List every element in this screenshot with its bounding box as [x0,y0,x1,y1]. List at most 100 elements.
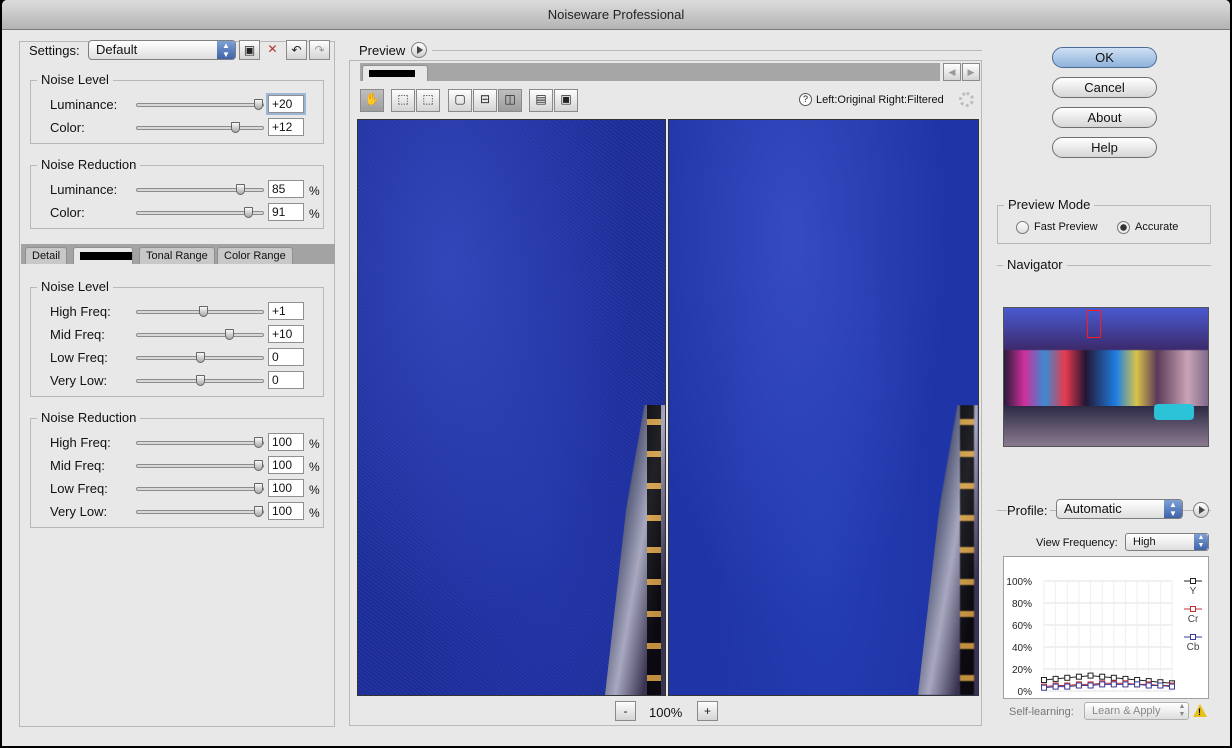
nr-luminance-value-input[interactable]: 85 [268,180,304,198]
very-low-slider[interactable] [136,375,264,386]
mid-freq-value-input[interactable]: +10 [268,325,304,343]
about-button[interactable]: About [1052,107,1157,128]
preview-menu-button[interactable] [411,42,427,58]
preview-hint-text: Left:Original Right:Filtered [816,94,944,106]
navigator-bus [1154,404,1194,420]
cancel-button[interactable]: Cancel [1052,77,1157,98]
tab-tonal-range[interactable]: Tonal Range [139,247,215,264]
tab-scroll-right-button[interactable]: ▶ [962,63,980,81]
slider-thumb[interactable] [196,352,205,363]
nr-very-low-label: Very Low: [50,504,108,519]
zoom-in-button[interactable]: + [697,701,718,721]
settings-label: Settings: [29,43,80,58]
navigator-viewport-box[interactable] [1087,310,1101,338]
slider-thumb[interactable] [253,437,263,448]
slider-thumb[interactable] [253,460,263,471]
profile-select[interactable]: Automatic ▲ ▼ [1056,499,1183,519]
slider-thumb[interactable] [253,99,263,110]
slider-thumb[interactable] [231,122,241,133]
nr-color-value-input[interactable]: 91 [268,203,304,221]
preview-mode-group: Preview Mode Fast Preview Accurate [997,197,1211,244]
preview-options-icon[interactable]: ▣ [554,89,578,112]
percent-unit: % [309,506,320,520]
preview-tab[interactable] [362,65,428,81]
y-tick-label: 80% [1012,599,1032,610]
low-freq-slider[interactable] [136,352,264,363]
new-preview-icon[interactable]: ▤ [529,89,553,112]
fast-preview-label: Fast Preview [1034,221,1098,233]
slider-thumb[interactable] [196,375,205,386]
data-point [1145,682,1152,689]
slider-thumb[interactable] [243,207,253,218]
data-point [1052,675,1059,682]
zoom-out-button[interactable]: - [615,701,636,721]
tab-frequency[interactable] [73,247,133,264]
delete-icon[interactable]: ✕ [262,40,283,60]
redo-icon[interactable]: ↷ [309,40,330,60]
slider-thumb[interactable] [253,483,263,494]
nr-luminance-row: Luminance: 85 % [50,180,320,200]
luminance-value-input[interactable]: +20 [268,95,304,113]
nr-mid-freq-value-input[interactable]: 100 [268,456,304,474]
nr-mid-freq-row: Mid Freq: 100 % [50,456,320,476]
percent-unit: % [309,460,320,474]
high-freq-value-input[interactable]: +1 [268,302,304,320]
navigator-thumbnail[interactable] [1003,307,1209,447]
slider-thumb[interactable] [236,184,246,195]
original-preview-image[interactable] [357,119,666,696]
nr-very-low-value-input[interactable]: 100 [268,502,304,520]
mid-freq-slider[interactable] [136,329,264,340]
nr-color-slider[interactable] [136,207,264,218]
profile-label: Profile: [1007,503,1051,518]
nr-low-freq-slider[interactable] [136,483,264,494]
ok-button[interactable]: OK [1052,47,1157,68]
hand-tool-icon[interactable]: ✋ [360,89,384,112]
slider-thumb[interactable] [224,329,234,340]
profile-menu-button[interactable] [1193,502,1209,518]
tab-detail[interactable]: Detail [25,247,68,264]
busy-spinner-icon [959,92,974,107]
data-point [1110,674,1117,681]
help-button[interactable]: Help [1052,137,1157,158]
data-point [1064,674,1071,681]
accurate-radio[interactable] [1117,221,1130,234]
color-slider[interactable] [136,122,264,133]
learn-apply-select[interactable]: Learn & Apply ▲ ▼ [1084,702,1189,720]
marquee-tool-icon[interactable]: ⬚ [391,89,415,112]
percent-unit: % [309,184,320,198]
settings-select[interactable]: Default ▲ ▼ [88,40,236,60]
split-horizontal-icon[interactable]: ⊟ [473,89,497,112]
view-frequency-select[interactable]: High ▲ ▼ [1125,533,1209,551]
tab-scroll-left-button[interactable]: ◀ [943,63,961,81]
undo-icon[interactable]: ↶ [286,40,307,60]
slider-thumb[interactable] [198,306,208,317]
low-freq-value-input[interactable]: 0 [268,348,304,366]
help-hint-icon: ? [799,93,812,106]
high-freq-row: High Freq: +1 [50,302,320,322]
fast-preview-radio[interactable] [1016,221,1029,234]
single-view-icon[interactable]: ▢ [448,89,472,112]
nr-luminance-slider[interactable] [136,184,264,195]
noiseware-window: Noiseware Professional Settings: Default… [2,0,1230,746]
nr-very-low-slider[interactable] [136,506,264,517]
nr-mid-freq-slider[interactable] [136,460,264,471]
tab-color-range[interactable]: Color Range [217,247,293,264]
very-low-value-input[interactable]: 0 [268,371,304,389]
series-line-y [1043,675,1173,684]
color-label: Color: [50,120,85,135]
luminance-slider[interactable] [136,99,264,110]
slider-thumb[interactable] [253,506,263,517]
nr-high-freq-slider[interactable] [136,437,264,448]
preview-title-rule [432,50,982,51]
high-freq-slider[interactable] [136,306,264,317]
split-vertical-icon[interactable]: ◫ [498,89,522,112]
marquee-add-tool-icon[interactable]: ⬚ [416,89,440,112]
filtered-preview-image[interactable] [668,119,979,696]
save-icon[interactable]: ▣ [239,40,260,60]
nr-low-freq-value-input[interactable]: 100 [268,479,304,497]
nr-high-freq-value-input[interactable]: 100 [268,433,304,451]
freq-noise-reduction-title: Noise Reduction [37,410,141,425]
preview-mode-title: Preview Mode [1004,197,1095,212]
color-value-input[interactable]: +12 [268,118,304,136]
nr-luminance-label: Luminance: [50,182,118,197]
